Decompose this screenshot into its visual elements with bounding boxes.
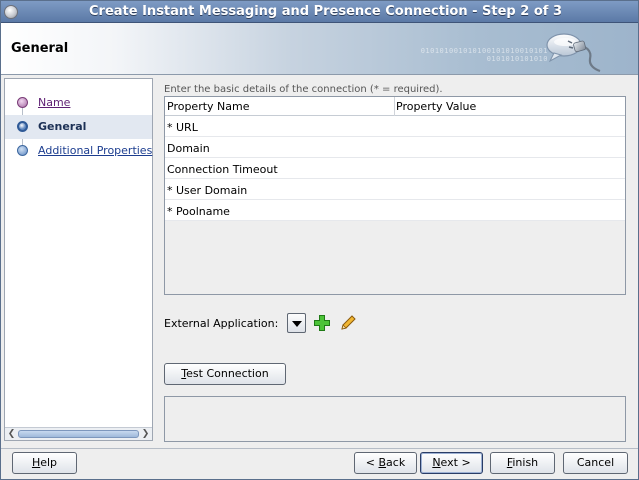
back-button[interactable]: < Back [354, 452, 417, 474]
test-result-area [164, 396, 626, 442]
finish-button[interactable]: Finish [490, 452, 555, 474]
step-done-icon [17, 97, 28, 108]
column-header-property-name[interactable]: Property Name [167, 100, 250, 113]
table-header: Property Name Property Value [165, 97, 625, 116]
scroll-thumb[interactable] [18, 430, 139, 438]
dropdown-arrow-icon [292, 321, 302, 327]
table-row[interactable]: * Poolname [165, 200, 625, 221]
table-row[interactable]: Domain [165, 137, 625, 158]
window-title: Create Instant Messaging and Presence Co… [89, 4, 562, 19]
page-title: General [11, 41, 69, 56]
mnemonic: B [378, 456, 387, 469]
nav-horizontal-scrollbar[interactable]: ❮ ❯ [5, 427, 152, 440]
step-additional-properties[interactable]: Additional Properties [5, 139, 152, 163]
mnemonic: H [31, 456, 41, 469]
scroll-left-arrow-icon[interactable]: ❮ [5, 428, 18, 440]
button-label: elp [40, 456, 58, 469]
add-icon[interactable] [313, 314, 331, 332]
wizard-window: Create Instant Messaging and Presence Co… [0, 0, 639, 480]
step-label[interactable]: Additional Properties [38, 144, 152, 157]
title-bar: Create Instant Messaging and Presence Co… [1, 1, 638, 23]
external-application-label: External Application: [164, 317, 279, 330]
edit-pencil-icon[interactable] [339, 314, 357, 332]
property-value-cell[interactable] [396, 200, 625, 220]
step-general[interactable]: General [5, 115, 152, 139]
column-header-property-value[interactable]: Property Value [396, 100, 476, 113]
button-label: inish [512, 456, 539, 469]
page-header: General 010101001010100101010010101 0101… [1, 23, 638, 75]
main-panel: Enter the basic details of the connectio… [156, 78, 635, 448]
button-label: ack [386, 456, 406, 469]
cancel-button[interactable]: Cancel [563, 452, 628, 474]
properties-table: Property Name Property Value * URL Domai… [164, 96, 626, 295]
table-row[interactable]: * User Domain [165, 179, 625, 200]
binary-decoration: 010101001010100101010010101 010101010101… [420, 47, 548, 63]
button-prefix: < [365, 456, 379, 469]
scroll-right-arrow-icon[interactable]: ❯ [139, 428, 152, 440]
help-button[interactable]: Help [12, 452, 77, 474]
property-name-cell: Connection Timeout [167, 163, 278, 176]
step-name[interactable]: Name [5, 91, 152, 115]
property-value-cell[interactable] [396, 137, 625, 157]
property-name-cell: * Poolname [167, 205, 230, 218]
step-label[interactable]: Name [38, 96, 70, 109]
wizard-step-nav: Name General Additional Properties ❮ ❯ [4, 78, 153, 441]
step-current-icon [17, 121, 28, 132]
property-value-cell[interactable] [396, 116, 625, 136]
property-name-cell: * User Domain [167, 184, 248, 197]
chat-bubble-icon [546, 33, 601, 73]
property-value-cell[interactable] [396, 158, 625, 178]
table-row[interactable]: * URL [165, 116, 625, 137]
step-pending-icon [17, 145, 28, 156]
step-label: General [38, 120, 87, 133]
property-name-cell: Domain [167, 142, 210, 155]
app-icon[interactable] [4, 5, 18, 19]
external-application-dropdown[interactable] [287, 313, 306, 333]
mnemonic: N [432, 456, 441, 469]
test-connection-button[interactable]: Test Connection [164, 363, 286, 385]
footer-divider [1, 448, 638, 449]
property-name-cell: * URL [167, 121, 198, 134]
intro-text: Enter the basic details of the connectio… [164, 84, 443, 95]
button-label: est Connection [186, 367, 269, 380]
button-label: ext > [440, 456, 471, 469]
property-value-cell[interactable] [396, 179, 625, 199]
table-row[interactable]: Connection Timeout [165, 158, 625, 179]
next-button[interactable]: Next > [420, 452, 483, 474]
